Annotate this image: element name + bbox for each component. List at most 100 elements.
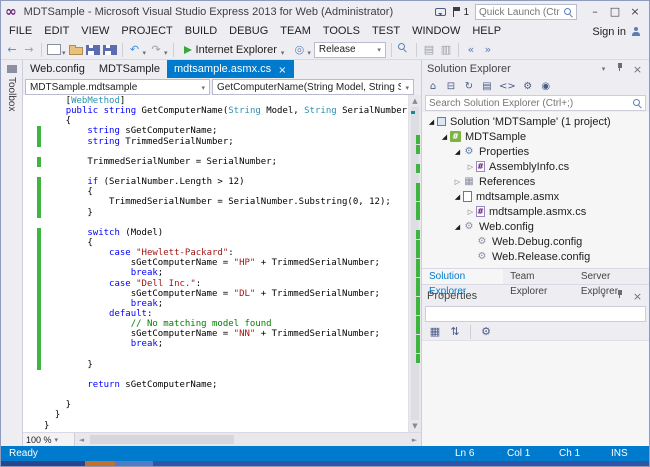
code-line[interactable]: [23, 218, 408, 228]
code-line[interactable]: }: [23, 208, 408, 218]
code-line[interactable]: }: [23, 400, 408, 410]
chevron-down-icon[interactable]: [307, 40, 311, 59]
solution-explorer-header[interactable]: Solution Explorer: [422, 60, 649, 78]
code-line[interactable]: switch (Model): [23, 228, 408, 238]
document-tab[interactable]: Web.config: [23, 60, 92, 78]
code-line[interactable]: sGetComputerName = "DL" + TrimmedSerialN…: [23, 289, 408, 299]
menu-help[interactable]: HELP: [466, 23, 507, 40]
tree-item[interactable]: ▷#mdtsample.asmx.cs: [422, 204, 649, 219]
code-line[interactable]: return sGetComputerName;: [23, 380, 408, 390]
save-icon[interactable]: [86, 45, 100, 55]
member-dropdown[interactable]: GetComputerName(String Model, String Ser…: [212, 79, 414, 95]
tree-item[interactable]: ◢⚙Properties: [422, 144, 649, 159]
sign-in-link[interactable]: Sign in: [592, 26, 626, 38]
menu-tools[interactable]: TOOLS: [317, 23, 366, 40]
close-window-button[interactable]: [625, 4, 645, 20]
menu-build[interactable]: BUILD: [179, 23, 223, 40]
vertical-scrollbar[interactable]: [408, 95, 421, 432]
expander-icon[interactable]: ▷: [452, 178, 463, 186]
tree-item[interactable]: ⚙Web.Debug.config: [422, 234, 649, 249]
feedback-icon[interactable]: [435, 8, 446, 16]
document-tab[interactable]: mdtsample.asmx.cs: [167, 60, 294, 78]
code-line[interactable]: string TrimmedSerialNumber;: [23, 137, 408, 147]
notifications-flag-icon[interactable]: [452, 7, 460, 17]
menu-file[interactable]: FILE: [3, 23, 38, 40]
close-panel-icon[interactable]: [631, 63, 644, 76]
properties-icon[interactable]: ⚙: [522, 80, 534, 94]
expander-icon[interactable]: ◢: [452, 223, 463, 231]
code-line[interactable]: case "Hewlett-Packard":: [23, 248, 408, 258]
properties-header[interactable]: Properties: [422, 287, 649, 305]
code-line[interactable]: TrimmedSerialNumber = SerialNumber.Subst…: [23, 197, 408, 207]
code-line[interactable]: [23, 390, 408, 400]
nav-forward-icon[interactable]: →: [22, 42, 36, 58]
property-pages-icon[interactable]: ⚙: [479, 324, 493, 340]
tree-item[interactable]: ◢Solution 'MDTSample' (1 project): [422, 114, 649, 129]
code-line[interactable]: [23, 147, 408, 157]
maximize-button[interactable]: [605, 4, 625, 20]
show-all-files-icon[interactable]: ▤: [481, 80, 493, 94]
alphabetical-icon[interactable]: ⇅: [448, 324, 462, 340]
code-line[interactable]: break;: [23, 268, 408, 278]
start-debug-button[interactable]: Internet Explorer: [179, 41, 290, 59]
menu-team[interactable]: TEAM: [274, 23, 317, 40]
find-icon[interactable]: [397, 42, 411, 58]
type-dropdown[interactable]: MDTSample.mdtsample: [25, 79, 210, 95]
code-editor[interactable]: [WebMethod] public string GetComputerNam…: [23, 95, 408, 432]
code-line[interactable]: public string GetComputerName(String Mod…: [23, 106, 408, 116]
refresh-icon[interactable]: ↻: [463, 80, 475, 94]
tree-item[interactable]: ▷#AssemblyInfo.cs: [422, 159, 649, 174]
collapse-all-icon[interactable]: ⊟: [445, 80, 457, 94]
indent-icon[interactable]: »: [481, 42, 495, 58]
home-icon[interactable]: ⌂: [427, 80, 439, 94]
tree-item[interactable]: ◢#MDTSample: [422, 129, 649, 144]
code-line[interactable]: [23, 167, 408, 177]
menu-window[interactable]: WINDOW: [406, 23, 466, 40]
categorized-icon[interactable]: ▦: [428, 324, 442, 340]
code-line[interactable]: break;: [23, 299, 408, 309]
code-line[interactable]: sGetComputerName = "NN" + TrimmedSerialN…: [23, 329, 408, 339]
menu-project[interactable]: PROJECT: [115, 23, 178, 40]
code-line[interactable]: {: [23, 238, 408, 248]
uncomment-icon[interactable]: ▥: [439, 42, 453, 58]
scroll-left-icon[interactable]: [75, 436, 88, 444]
nav-back-icon[interactable]: ←: [5, 42, 19, 58]
menu-edit[interactable]: EDIT: [38, 23, 75, 40]
configuration-combo[interactable]: Release: [314, 42, 386, 58]
scrollbar-thumb[interactable]: [90, 435, 234, 444]
new-file-icon[interactable]: [47, 44, 61, 55]
redo-icon[interactable]: ↷: [149, 42, 163, 58]
open-file-icon[interactable]: [69, 47, 83, 55]
solution-search-input[interactable]: [429, 98, 629, 109]
window-position-icon[interactable]: [597, 64, 610, 74]
expander-icon[interactable]: ▷: [465, 208, 476, 216]
window-position-icon[interactable]: [597, 291, 610, 301]
menu-test[interactable]: TEST: [366, 23, 406, 40]
scroll-right-icon[interactable]: [408, 436, 421, 444]
code-line[interactable]: string sGetComputerName;: [23, 126, 408, 136]
pin-icon[interactable]: [616, 62, 625, 73]
user-account-icon[interactable]: [631, 27, 641, 37]
expander-icon[interactable]: ◢: [426, 118, 437, 126]
tree-item[interactable]: ▷▦References: [422, 174, 649, 189]
document-tab[interactable]: MDTSample: [92, 60, 167, 78]
code-line[interactable]: {: [23, 187, 408, 197]
chevron-down-icon[interactable]: [62, 40, 66, 59]
solution-search-box[interactable]: [425, 95, 646, 111]
tree-item[interactable]: ⚙Web.Release.config: [422, 249, 649, 264]
menu-debug[interactable]: DEBUG: [223, 23, 274, 40]
code-line[interactable]: // No matching model found: [23, 319, 408, 329]
properties-object-combo[interactable]: [425, 306, 646, 322]
chevron-down-icon[interactable]: [164, 40, 168, 59]
code-line[interactable]: sGetComputerName = "HP" + TrimmedSerialN…: [23, 258, 408, 268]
code-line[interactable]: case "Dell Inc.":: [23, 279, 408, 289]
scroll-up-icon[interactable]: [409, 95, 421, 107]
code-line[interactable]: [23, 370, 408, 380]
quick-launch-box[interactable]: [475, 4, 577, 20]
expander-icon[interactable]: ◢: [452, 148, 463, 156]
undo-icon[interactable]: ↶: [128, 42, 142, 58]
outdent-icon[interactable]: «: [464, 42, 478, 58]
code-line[interactable]: }: [23, 410, 408, 420]
tree-item[interactable]: ◢⚙Web.config: [422, 219, 649, 234]
quick-launch-input[interactable]: [479, 7, 560, 18]
